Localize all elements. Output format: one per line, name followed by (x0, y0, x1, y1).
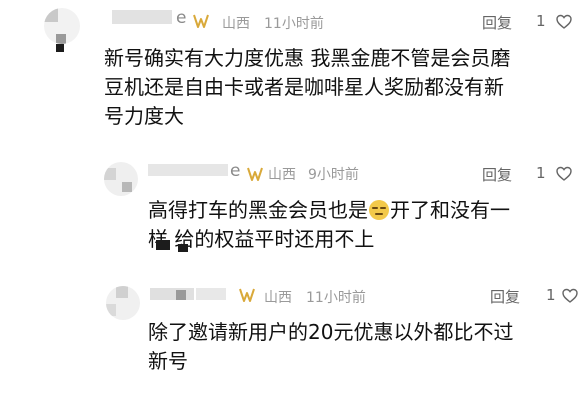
smirk-emoji-icon (369, 200, 389, 220)
comment-time: 11小时前 (264, 16, 324, 32)
redaction-mosaic (156, 240, 170, 250)
like-count: 1 (536, 12, 546, 30)
username-mosaic (148, 164, 228, 176)
like-icon[interactable] (556, 166, 572, 182)
comment-location: 山西 (268, 167, 296, 183)
comment-line: 除了邀请新用户的20元优惠以外都比不过 (148, 320, 514, 344)
avatar[interactable] (106, 286, 140, 320)
comment-item: e 山西 9小时前 回复 1 高得打车的黑金会员也是 开了和没有一 样 给的权益平… (0, 148, 586, 268)
comment-item: e 山西 11小时前 回复 1 新号确实有大力度优惠 我黑金鹿不管是会员磨 豆机… (0, 0, 586, 132)
comment-item: 山西 11小时前 回复 1 除了邀请新用户的20元优惠以外都比不过 新号 (0, 276, 586, 406)
reply-button[interactable]: 回复 (482, 164, 512, 185)
avatar[interactable] (104, 162, 138, 196)
member-badge-icon (247, 167, 263, 181)
comment-time: 9小时前 (308, 167, 359, 183)
like-icon[interactable] (562, 288, 578, 304)
comment-line: 高得打车的黑金会员也是 开了和没有一 (148, 196, 578, 225)
redaction-mosaic (178, 244, 188, 252)
username-mosaic (196, 288, 226, 300)
comment-location: 山西 (264, 290, 292, 306)
username-mosaic (150, 288, 194, 300)
reply-button[interactable]: 回复 (482, 12, 512, 33)
comment-location: 山西 (222, 16, 250, 32)
username[interactable]: e (176, 8, 186, 28)
like-icon[interactable] (556, 14, 572, 30)
username[interactable]: e (230, 161, 240, 181)
comment-text-part: 开了和没有一 (390, 198, 510, 222)
username-mosaic (112, 10, 172, 24)
avatar-mosaic (56, 44, 64, 52)
comment-line: 新号确实有大力度优惠 我黑金鹿不管是会员磨 (104, 46, 511, 70)
comment-text: 高得打车的黑金会员也是 开了和没有一 样 给的权益平时还用不上 (148, 196, 578, 254)
member-badge-icon (239, 288, 255, 302)
username-mosaic (176, 290, 186, 300)
comment-line: 样 给的权益平时还用不上 (148, 227, 375, 251)
reply-button[interactable]: 回复 (490, 286, 520, 307)
comment-time: 11小时前 (306, 290, 366, 306)
comment-line: 新号 (148, 349, 188, 373)
comment-text: 新号确实有大力度优惠 我黑金鹿不管是会员磨 豆机还是自由卡或者是咖啡星人奖励都没… (104, 44, 574, 126)
comment-text-part: 高得打车的黑金会员也是 (148, 198, 368, 222)
like-count: 1 (546, 286, 556, 304)
comment-line: 号力度大 (104, 104, 184, 126)
comment-line: 豆机还是自由卡或者是咖啡星人奖励都没有新 (104, 75, 504, 99)
comment-text: 除了邀请新用户的20元优惠以外都比不过 新号 (148, 318, 578, 376)
like-count: 1 (536, 164, 546, 182)
member-badge-icon (193, 14, 209, 28)
avatar[interactable] (44, 8, 80, 44)
